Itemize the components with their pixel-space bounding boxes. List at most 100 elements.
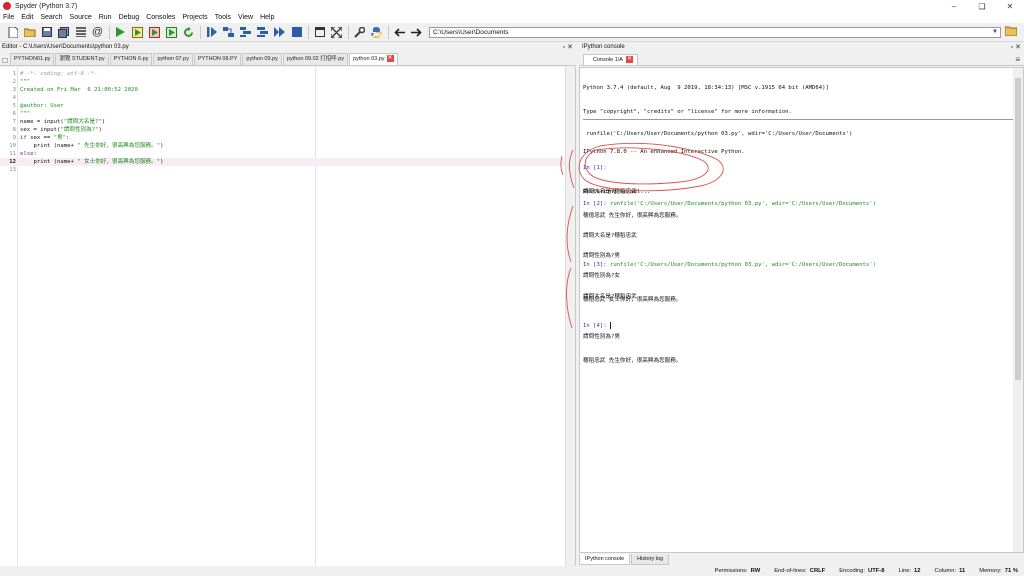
options-menu-icon[interactable]: ≡ bbox=[1015, 55, 1020, 64]
code-line[interactable]: 11 else: bbox=[0, 150, 566, 158]
pane-close-icon[interactable]: ▫ ✕ bbox=[1011, 43, 1021, 52]
code-line[interactable]: 8 sex = input("請問性別為?") bbox=[0, 126, 566, 134]
outline-icon[interactable] bbox=[74, 26, 87, 38]
menu-source[interactable]: Source bbox=[70, 14, 92, 21]
console-input-4[interactable]: In [4]: bbox=[583, 322, 611, 330]
tab-ipython-console[interactable]: IPython console bbox=[579, 554, 631, 565]
code-token: : bbox=[66, 135, 70, 141]
back-arrow-icon[interactable] bbox=[393, 26, 406, 38]
menu-edit[interactable]: Edit bbox=[21, 14, 33, 21]
editor-tab[interactable]: python 09.02 打招呼.py bbox=[282, 53, 349, 65]
preferences-icon[interactable] bbox=[353, 26, 366, 38]
code-token: "男" bbox=[53, 135, 67, 141]
code-line[interactable]: 9 if sex == "男": bbox=[0, 134, 566, 142]
step-return-icon[interactable] bbox=[256, 26, 269, 38]
code-token: " 女士你好，很高興為您服務。" bbox=[77, 159, 161, 165]
menu-run[interactable]: Run bbox=[99, 14, 112, 21]
editor-tab[interactable]: PYTHON01.py bbox=[10, 53, 55, 65]
menu-help[interactable]: Help bbox=[260, 14, 274, 21]
minimize-button[interactable]: – bbox=[940, 2, 968, 11]
editor-scrollbar[interactable] bbox=[565, 67, 575, 568]
code-line[interactable]: 12 print (name+ " 女士你好，很高興為您服務。") bbox=[0, 158, 566, 166]
chevron-down-icon[interactable]: ▼ bbox=[992, 28, 998, 37]
code-token: # -*- coding: utf-8 -*- bbox=[20, 71, 98, 77]
editor-tab[interactable]: 瀏覽 STUDENT.py bbox=[55, 53, 109, 65]
debug-icon[interactable] bbox=[205, 26, 218, 38]
forward-arrow-icon[interactable] bbox=[410, 26, 423, 38]
status-encoding: Encoding: UTF-8 bbox=[839, 568, 885, 574]
menu-consoles[interactable]: Consoles bbox=[146, 14, 175, 21]
console-title-text: IPython console bbox=[582, 44, 625, 50]
editor-tab[interactable]: PYTHON 08.PY bbox=[193, 53, 242, 65]
save-all-icon[interactable] bbox=[57, 26, 70, 38]
at-icon[interactable]: @ bbox=[91, 26, 104, 38]
editor-tab[interactable]: python 09.py bbox=[242, 53, 282, 65]
menu-projects[interactable]: Projects bbox=[182, 14, 207, 21]
run-cell-icon[interactable] bbox=[131, 26, 144, 38]
editor-tab[interactable]: PYTHON 6.py bbox=[109, 53, 153, 65]
run-selection-icon[interactable] bbox=[165, 26, 178, 38]
pane-close-icon[interactable]: ▫ ✕ bbox=[563, 43, 573, 52]
scrollbar-thumb[interactable] bbox=[1015, 78, 1021, 380]
code-line[interactable]: 13 bbox=[0, 166, 566, 174]
step-icon[interactable] bbox=[222, 26, 235, 38]
menu-view[interactable]: View bbox=[238, 14, 253, 21]
code-token: print (name+ bbox=[20, 159, 78, 165]
title-bar: Spyder (Python 3.7) – ❏ ✕ bbox=[0, 0, 1024, 12]
editor-title-text: Editor - C:\Users\User\Documents\python … bbox=[2, 44, 129, 50]
save-icon[interactable] bbox=[40, 26, 53, 38]
code-token: ) bbox=[98, 127, 102, 133]
close-window-button[interactable]: ✕ bbox=[996, 2, 1024, 11]
continue-icon[interactable] bbox=[273, 26, 286, 38]
code-line[interactable]: 1 # -*- coding: utf-8 -*- bbox=[0, 70, 566, 78]
rerun-icon[interactable] bbox=[182, 26, 195, 38]
close-tab-icon[interactable]: ✕ bbox=[386, 55, 394, 63]
toolbar-separator bbox=[348, 25, 349, 39]
fullscreen-icon[interactable] bbox=[330, 26, 343, 38]
code-token: : bbox=[33, 151, 37, 157]
code-token: else bbox=[20, 151, 34, 157]
editor-tab[interactable]: python 07.py bbox=[153, 53, 193, 65]
new-file-icon[interactable] bbox=[6, 26, 19, 38]
code-token: if bbox=[20, 135, 27, 141]
code-line[interactable]: 3 Created on Fri Mar 6 21:00:52 2020 bbox=[0, 86, 566, 94]
python-path-icon[interactable] bbox=[370, 26, 383, 38]
ipython-console[interactable]: Python 3.7.4 (default, Aug 9 2019, 18:34… bbox=[579, 67, 1024, 553]
console-command: runfile('C:/Users/User/Documents/python … bbox=[606, 201, 876, 207]
code-editor[interactable]: 1 # -*- coding: utf-8 -*- 2 """ 3 Created on … bbox=[0, 67, 576, 568]
line-number: 13 bbox=[9, 167, 16, 173]
menu-debug[interactable]: Debug bbox=[119, 14, 140, 21]
code-line[interactable]: 7 name = input("請問大名是?") bbox=[0, 118, 566, 126]
code-line[interactable]: 6 """ bbox=[0, 110, 566, 118]
line-number: 5 bbox=[12, 103, 16, 109]
console-tab[interactable]: Console 1/A ✕ bbox=[583, 54, 638, 65]
menu-file[interactable]: File bbox=[3, 14, 14, 21]
input-prompt: In [2]: bbox=[583, 201, 607, 207]
console-line: Python 3.7.4 (default, Aug 9 2019, 18:34… bbox=[583, 85, 829, 91]
maximize-pane-icon[interactable] bbox=[313, 26, 326, 38]
close-tab-icon[interactable]: ✕ bbox=[625, 56, 633, 64]
run-cell-advance-icon[interactable] bbox=[148, 26, 161, 38]
stop-icon[interactable] bbox=[290, 26, 303, 38]
tab-history-log[interactable]: History log bbox=[631, 554, 670, 565]
editor-tab-label: python 09.py bbox=[246, 56, 278, 62]
code-line[interactable]: 10 print (name+ " 先生你好，很高興為您服務。") bbox=[0, 142, 566, 150]
folder-icon[interactable] bbox=[1004, 26, 1018, 39]
menu-tools[interactable]: Tools bbox=[215, 14, 231, 21]
code-line[interactable]: 5 @author: User bbox=[0, 102, 566, 110]
line-number: 7 bbox=[12, 119, 16, 125]
working-directory-input[interactable]: C:\Users\User\Documents ▼ bbox=[429, 26, 1001, 38]
code-line[interactable]: 2 """ bbox=[0, 78, 566, 86]
editor-tab-active[interactable]: python 03.py ✕ bbox=[349, 53, 398, 65]
console-scrollbar[interactable] bbox=[1013, 68, 1023, 552]
toolbar-separator bbox=[109, 25, 110, 39]
step-into-icon[interactable] bbox=[239, 26, 252, 38]
code-line[interactable]: 4 bbox=[0, 94, 566, 102]
run-icon[interactable] bbox=[114, 26, 127, 38]
maximize-button[interactable]: ❏ bbox=[968, 2, 996, 11]
tab-browse-icon[interactable]: ☐ bbox=[0, 57, 10, 65]
open-file-icon[interactable] bbox=[23, 26, 36, 38]
menu-search[interactable]: Search bbox=[40, 14, 62, 21]
status-memory: Memory: 71 % bbox=[979, 568, 1018, 574]
editor-tab-label: PYTHON01.py bbox=[14, 56, 51, 62]
